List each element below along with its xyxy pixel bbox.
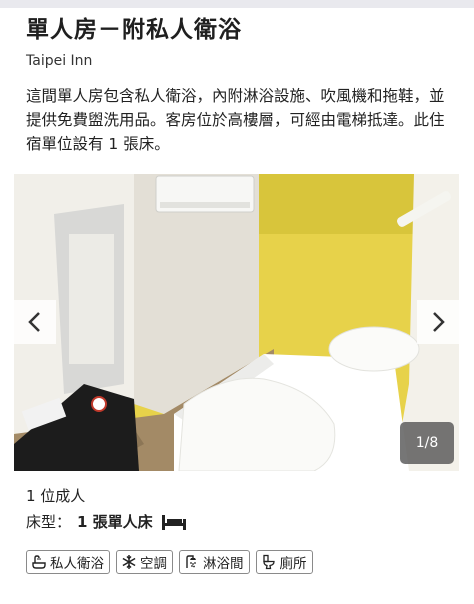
amenity-toilet: 廁所	[255, 550, 313, 574]
room-detail-page: 單人房－附私人衛浴 Taipei Inn 這間單人房包含私人衛浴，內附淋浴設施、…	[0, 0, 474, 604]
amenity-label: 空調	[140, 556, 167, 572]
amenities-list: 私人衛浴 空調 淋浴間 廁所	[26, 550, 313, 574]
top-divider	[0, 0, 474, 8]
snowflake-icon	[122, 555, 136, 569]
room-title: 單人房－附私人衛浴	[26, 17, 242, 43]
amenity-air-conditioning: 空調	[116, 550, 173, 574]
chevron-right-icon	[433, 312, 445, 332]
bathroom-icon	[32, 555, 46, 569]
chevron-left-icon	[28, 312, 40, 332]
gallery-counter: 1/8	[400, 422, 454, 464]
gallery-next-button[interactable]	[417, 300, 459, 344]
bed-type-value: 1 張單人床	[77, 513, 153, 531]
toilet-icon	[262, 554, 275, 570]
amenity-label: 私人衛浴	[50, 556, 104, 572]
occupancy-text: 1 位成人	[26, 487, 86, 505]
room-photo-gallery[interactable]	[14, 174, 459, 471]
room-description: 這間單人房包含私人衛浴，內附淋浴設施、吹風機和拖鞋，並提供免費盥洗用品。客房位於…	[26, 87, 445, 153]
hotel-name: Taipei Inn	[26, 53, 93, 69]
single-bed-icon	[161, 513, 187, 531]
bed-type-label: 床型：	[26, 513, 72, 531]
shower-icon	[186, 555, 196, 568]
amenity-private-bathroom: 私人衛浴	[26, 550, 110, 574]
bed-type-row: 床型： 1 張單人床	[26, 511, 187, 532]
amenity-label: 淋浴間	[203, 556, 244, 572]
amenity-shower: 淋浴間	[179, 550, 250, 574]
room-photo	[14, 174, 459, 471]
gallery-prev-button[interactable]	[14, 300, 56, 344]
amenity-label: 廁所	[279, 556, 307, 572]
